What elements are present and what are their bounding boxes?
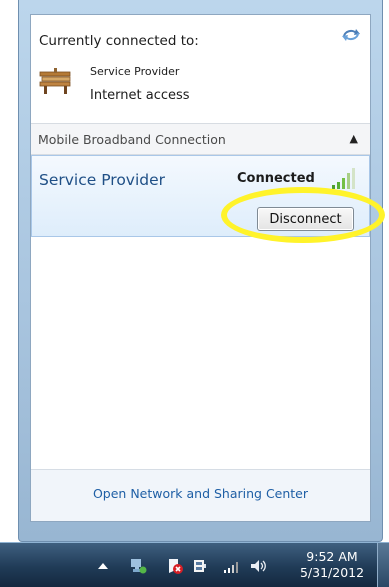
- collapse-up-icon[interactable]: ▲: [350, 133, 358, 145]
- disconnect-button[interactable]: Disconnect: [257, 207, 354, 231]
- taskbar-clock[interactable]: 9:52 AM 5/31/2012: [292, 549, 372, 581]
- refresh-icon[interactable]: [340, 27, 362, 43]
- connection-name: Service Provider: [39, 171, 166, 189]
- connection-status: Connected: [237, 171, 315, 186]
- clock-date: 5/31/2012: [299, 565, 365, 580]
- network-flyout-panel: Currently connected to: Service Provider…: [30, 14, 371, 522]
- network-tray-icon[interactable]: [129, 557, 147, 575]
- signal-tray-icon[interactable]: [222, 557, 242, 575]
- clock-time: 9:52 AM: [306, 549, 358, 564]
- signal-bars-icon: [332, 168, 355, 189]
- service-provider-connection-item[interactable]: Service Provider Connected Disconnect: [31, 155, 370, 237]
- currently-connected-label: Currently connected to:: [39, 33, 199, 49]
- taskbar: 9:52 AM 5/31/2012: [0, 542, 389, 587]
- flyout-footer: Open Network and Sharing Center: [31, 470, 370, 521]
- connected-network-name: Service Provider: [90, 65, 180, 78]
- action-center-icon[interactable]: [166, 557, 184, 575]
- open-network-sharing-center-link[interactable]: Open Network and Sharing Center: [31, 486, 370, 501]
- show-desktop-button[interactable]: [377, 543, 389, 587]
- volume-icon[interactable]: [249, 557, 267, 575]
- show-hidden-icons-arrow[interactable]: [96, 557, 110, 575]
- mobile-broadband-header[interactable]: Mobile Broadband Connection ▲: [31, 123, 370, 155]
- connected-network-access: Internet access: [90, 88, 190, 103]
- network-bench-icon: [39, 68, 71, 94]
- power-icon[interactable]: [191, 557, 209, 575]
- section-title: Mobile Broadband Connection: [38, 132, 226, 147]
